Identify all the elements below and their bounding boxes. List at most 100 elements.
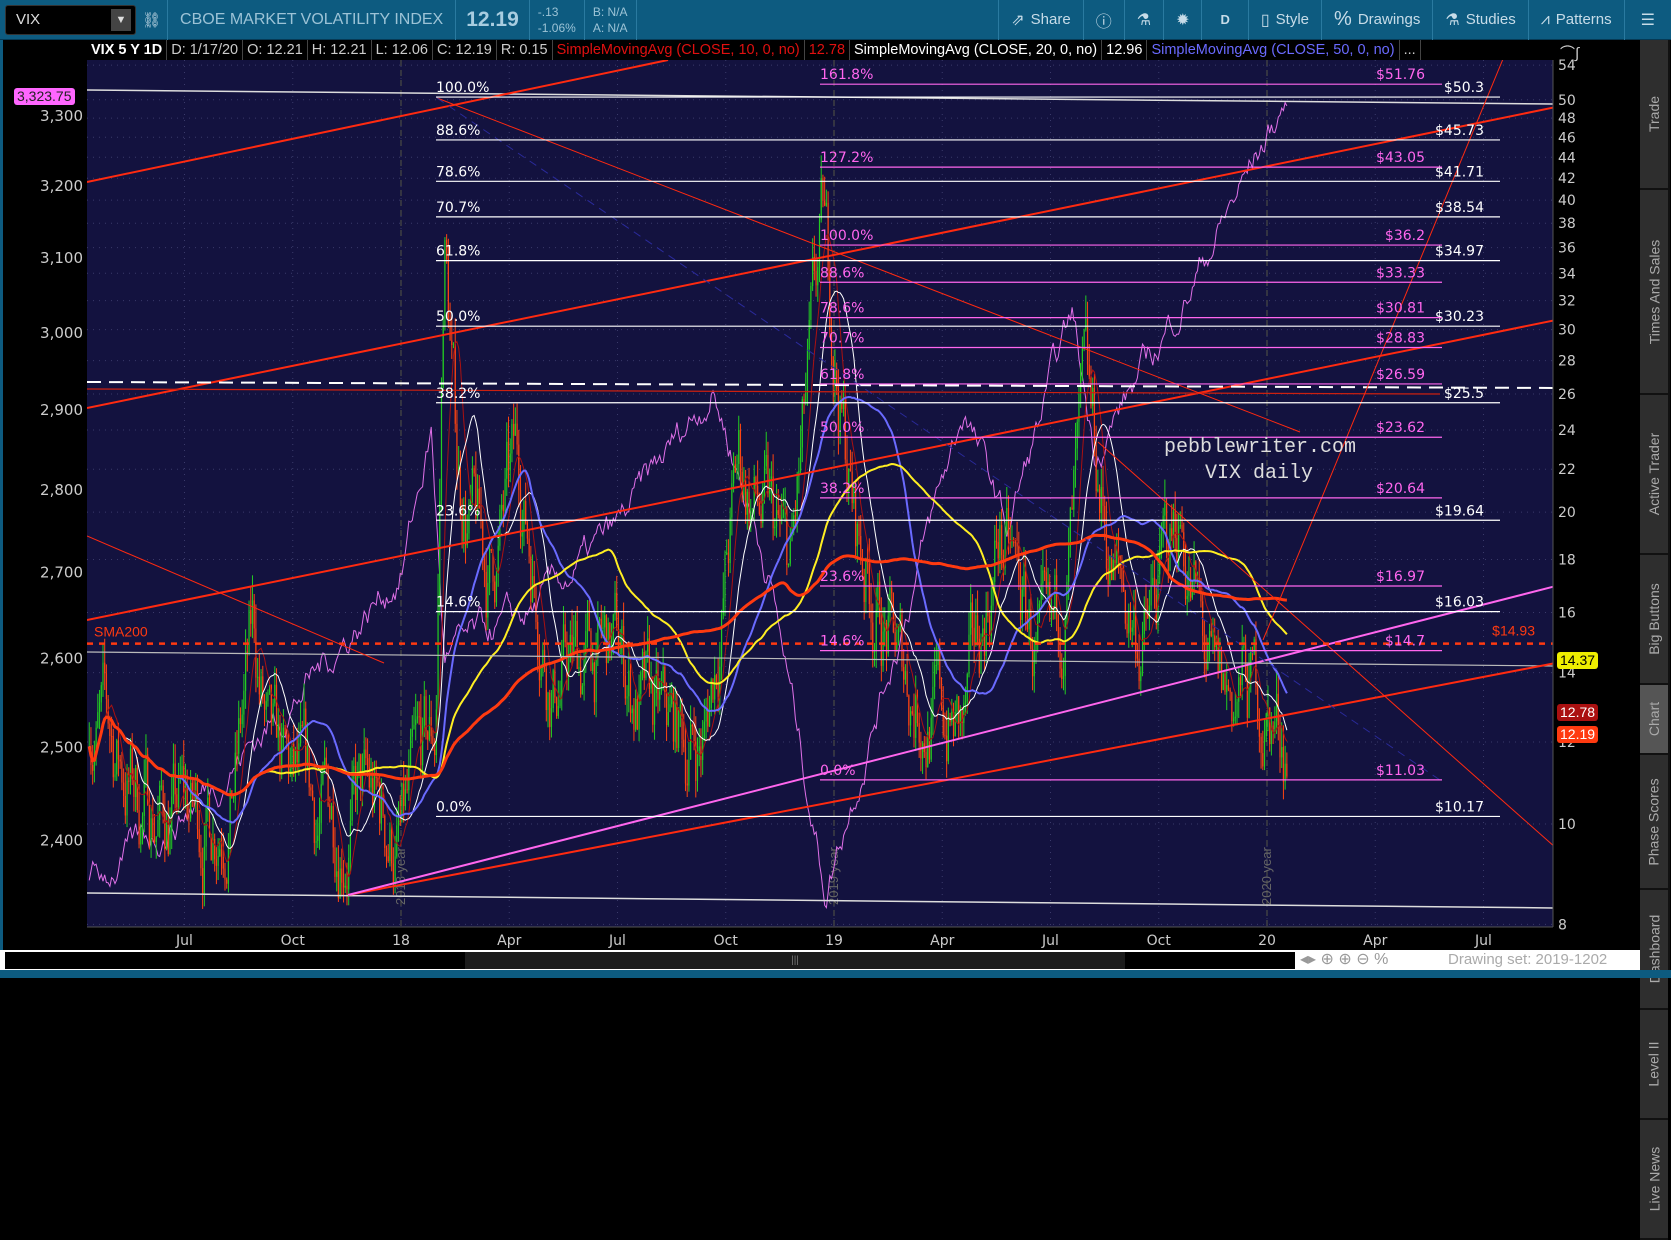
candle-body xyxy=(203,846,205,894)
candle-body xyxy=(1219,650,1221,672)
more-studies[interactable]: ... xyxy=(1400,40,1421,60)
fib-white-pct: 38.2% xyxy=(436,386,480,402)
candle-body xyxy=(808,319,810,350)
candle-body xyxy=(557,705,559,717)
candle-body xyxy=(688,759,690,786)
candle-body xyxy=(1258,722,1260,737)
candle-body xyxy=(1220,650,1223,691)
study-sma10[interactable]: SimpleMovingAvg (CLOSE, 10, 0, no) xyxy=(553,40,805,60)
candle-body xyxy=(165,824,168,850)
watermark-site: pebblewriter.com xyxy=(1164,436,1356,459)
candle-body xyxy=(882,631,884,666)
candle-body xyxy=(913,713,915,738)
candle-body xyxy=(537,621,539,660)
candle-body xyxy=(152,818,154,838)
candle-body xyxy=(964,701,967,703)
candle-body xyxy=(1047,581,1049,588)
side-tab-trade[interactable]: Trade xyxy=(1640,40,1668,190)
side-tab-active-trader[interactable]: Active Trader xyxy=(1640,395,1668,555)
candle-body xyxy=(296,749,298,763)
fib-white-price: $34.97 xyxy=(1435,244,1484,260)
side-tab-label: Level II xyxy=(1646,1041,1663,1087)
candle-body xyxy=(779,514,781,521)
candle-body xyxy=(939,647,941,680)
zoom-out-icon[interactable]: ⊖ xyxy=(1356,951,1369,968)
fib-pink-price: $11.03 xyxy=(1376,763,1425,779)
candle-body xyxy=(494,581,496,603)
candle-body xyxy=(925,752,927,768)
candle-body xyxy=(114,774,116,778)
candle-body xyxy=(495,574,498,603)
candle-body xyxy=(657,670,659,700)
candle-body xyxy=(968,634,970,675)
candle-body xyxy=(612,614,614,640)
candle-body xyxy=(944,735,946,737)
candle-body xyxy=(1116,551,1118,564)
candle-body xyxy=(1011,541,1013,543)
candle-body xyxy=(1104,505,1106,527)
drawing-set-label[interactable]: Drawing set: 2019-1202 xyxy=(1448,950,1607,970)
vix-axis-tick: 44 xyxy=(1558,150,1576,166)
candle-body xyxy=(669,704,671,713)
side-tab-label: Big Buttons xyxy=(1646,583,1663,655)
fib-white-price: $38.54 xyxy=(1435,200,1484,216)
candle-body xyxy=(1088,364,1090,377)
candle-body xyxy=(372,778,374,808)
fib-pink-pct: 78.6% xyxy=(820,301,864,317)
candle-body xyxy=(1181,524,1183,533)
candle-body xyxy=(1043,570,1046,573)
candle-body xyxy=(257,676,259,678)
candle-body xyxy=(167,824,169,855)
price-chart[interactable]: 2018 year 2019 year 2020 yearSMA200 $14.931… xyxy=(0,0,1671,978)
side-tab-level-ii[interactable]: Level II xyxy=(1640,1010,1668,1120)
side-tab-times-and-sales[interactable]: Times And Sales xyxy=(1640,190,1668,395)
candle-body xyxy=(471,468,474,496)
candle-body xyxy=(317,835,319,841)
side-tab-big-buttons[interactable]: Big Buttons xyxy=(1640,555,1668,685)
date-axis-tick: Jul xyxy=(175,933,193,949)
candle-body xyxy=(815,270,817,286)
percent-icon[interactable]: % xyxy=(1374,951,1388,968)
pan-icon[interactable]: ◂▸ xyxy=(1300,951,1316,968)
candle-body xyxy=(420,716,422,766)
fib-pink-price: $28.83 xyxy=(1376,331,1425,347)
candle-body xyxy=(98,702,101,713)
candle-body xyxy=(171,796,173,831)
fib-pink-pct: 38.2% xyxy=(820,481,864,497)
candle-body xyxy=(736,464,738,473)
candle-body xyxy=(143,782,145,816)
candle-body xyxy=(659,691,661,700)
candle-body xyxy=(229,790,231,848)
candle-body xyxy=(973,627,975,645)
candle-body xyxy=(399,820,401,822)
crosshair-icon[interactable]: ⊕ xyxy=(1321,951,1334,968)
candle-body xyxy=(911,711,913,714)
fib-white-pct: 88.6% xyxy=(436,123,480,139)
fib-white-price: $41.71 xyxy=(1435,164,1484,180)
candle-body xyxy=(162,785,164,814)
scrollbar-thumb[interactable]: ||| xyxy=(465,952,1125,969)
candle-body xyxy=(97,712,99,728)
study-sma20[interactable]: SimpleMovingAvg (CLOSE, 20, 0, no) xyxy=(850,40,1103,60)
side-tab-live-news[interactable]: Live News xyxy=(1640,1120,1668,1240)
candle-body xyxy=(652,678,654,725)
study-sma50[interactable]: SimpleMovingAvg (CLOSE, 50, 0, no) xyxy=(1147,40,1400,60)
vix-axis-tick: 46 xyxy=(1558,130,1576,146)
zoom-in-icon[interactable]: ⊕ xyxy=(1338,951,1351,968)
side-tab-dashboard[interactable]: Dashboard xyxy=(1640,890,1668,1010)
candle-body xyxy=(272,703,274,723)
candle-body xyxy=(215,859,217,866)
side-tab-chart[interactable]: Chart xyxy=(1640,685,1668,755)
candle-body xyxy=(277,723,279,738)
candle-body xyxy=(1090,376,1092,406)
candle-body xyxy=(739,430,742,472)
sma200-value: $14.93 xyxy=(1492,623,1535,639)
candle-body xyxy=(763,466,766,487)
expand-icon[interactable]: ⌒∫ xyxy=(1560,42,1579,63)
side-tab-phase-scores[interactable]: Phase Scores xyxy=(1640,755,1668,890)
candle-body xyxy=(1262,753,1264,767)
candle-body xyxy=(440,388,443,501)
candle-body xyxy=(1263,736,1266,767)
fib-white-pct: 0.0% xyxy=(436,799,472,815)
candle-body xyxy=(298,743,300,763)
